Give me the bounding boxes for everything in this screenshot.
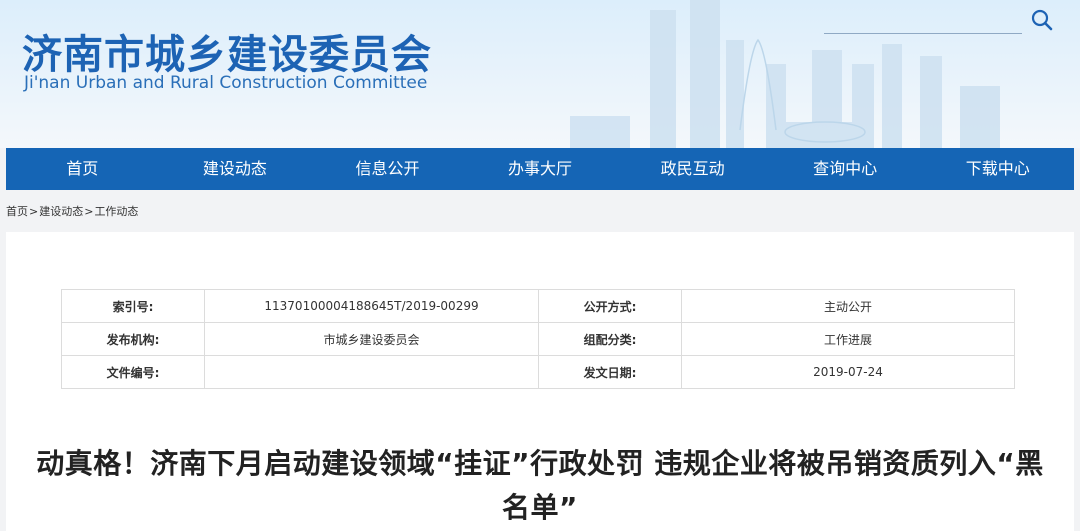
breadcrumb-home[interactable]: 首页 — [6, 205, 28, 218]
nav-item-interaction[interactable]: 政民互动 — [616, 148, 769, 190]
index-number-label: 索引号: — [61, 289, 205, 323]
publisher-label: 发布机构: — [61, 322, 205, 356]
article-title: 动真格！济南下月启动建设领域“挂证”行政处罚 违规企业将被吊销资质列入“黑名单” — [36, 447, 1044, 524]
table-row: 发布机构: 市城乡建设委员会 组配分类: 工作进展 — [61, 322, 1015, 356]
breadcrumb-current[interactable]: 工作动态 — [94, 205, 138, 218]
search-input[interactable] — [824, 10, 1022, 34]
document-info-table: 索引号: 11370100004188645T/2019-00299 公开方式:… — [61, 289, 1015, 389]
site-header: 济南市城乡建设委员会 Ji'nan Urban and Rural Constr… — [0, 0, 1080, 148]
issue-date-label: 发文日期: — [538, 355, 682, 389]
nav-item-query-center[interactable]: 查询中心 — [769, 148, 922, 190]
breadcrumb-separator: > — [84, 205, 94, 218]
nav-item-info-disclosure[interactable]: 信息公开 — [311, 148, 464, 190]
search-icon[interactable] — [1030, 8, 1054, 32]
nav-item-download-center[interactable]: 下载中心 — [921, 148, 1074, 190]
disclosure-method-value: 主动公开 — [681, 289, 1015, 323]
article-content: 索引号: 11370100004188645T/2019-00299 公开方式:… — [6, 232, 1074, 531]
breadcrumb: 首页>建设动态>工作动态 — [6, 203, 139, 219]
breadcrumb-separator: > — [29, 205, 39, 218]
category-value: 工作进展 — [681, 322, 1015, 356]
disclosure-method-label: 公开方式: — [538, 289, 682, 323]
site-subtitle: Ji'nan Urban and Rural Construction Comm… — [24, 73, 428, 93]
table-row: 索引号: 11370100004188645T/2019-00299 公开方式:… — [61, 289, 1015, 323]
site-title[interactable]: 济南市城乡建设委员会 — [22, 22, 432, 80]
issue-date-value: 2019-07-24 — [681, 355, 1015, 389]
document-number-label: 文件编号: — [61, 355, 205, 389]
nav-item-service-hall[interactable]: 办事大厅 — [464, 148, 617, 190]
main-nav: 首页 建设动态 信息公开 办事大厅 政民互动 查询中心 下载中心 — [6, 148, 1074, 190]
table-row: 文件编号: 发文日期: 2019-07-24 — [61, 355, 1015, 389]
index-number-value: 11370100004188645T/2019-00299 — [204, 289, 539, 323]
publisher-value: 市城乡建设委员会 — [204, 322, 539, 356]
breadcrumb-section[interactable]: 建设动态 — [39, 205, 83, 218]
document-number-value — [204, 355, 539, 389]
nav-item-home[interactable]: 首页 — [6, 148, 159, 190]
category-label: 组配分类: — [538, 322, 682, 356]
search-box — [824, 6, 1060, 36]
nav-item-construction-news[interactable]: 建设动态 — [159, 148, 312, 190]
